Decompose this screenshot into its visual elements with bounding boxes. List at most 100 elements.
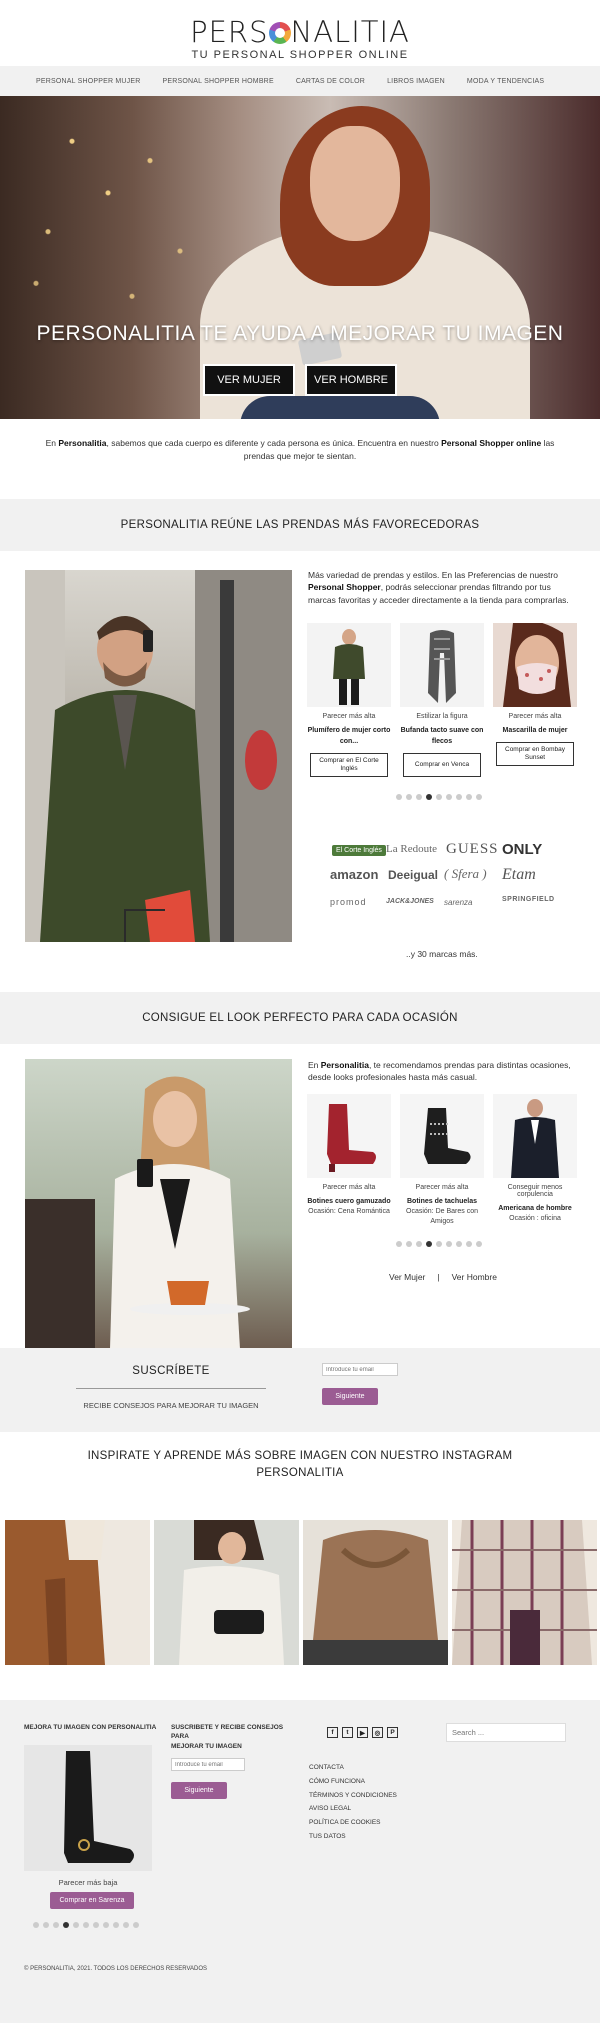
- carousel-dot[interactable]: [456, 1241, 462, 1247]
- ver-hombre-button[interactable]: VER HOMBRE: [305, 364, 397, 396]
- carousel-dot[interactable]: [466, 1241, 472, 1247]
- carousel-dot[interactable]: [103, 1922, 109, 1928]
- intro-personal-shopper: Personal Shopper online: [441, 438, 542, 448]
- brand-sarenza-logo: sarenza: [444, 898, 473, 907]
- footer-col1-title: MEJORA TU IMAGEN CON PERSONALITIA: [24, 1724, 157, 1731]
- carousel-dot[interactable]: [446, 1241, 452, 1247]
- carousel-dot[interactable]: [416, 794, 422, 800]
- carousel-dot-active[interactable]: [63, 1922, 69, 1928]
- ver-hombre-link[interactable]: Ver Hombre: [452, 1272, 497, 1282]
- footer-link-terminos[interactable]: TÉRMINOS Y CONDICIONES: [309, 1789, 397, 1803]
- footer-next-button[interactable]: Siguiente: [171, 1782, 227, 1799]
- carousel-dot[interactable]: [93, 1922, 99, 1928]
- carousel-dot[interactable]: [456, 794, 462, 800]
- nav-item-personal-shopper-hombre[interactable]: PERSONAL SHOPPER HOMBRE: [163, 78, 274, 85]
- copyright-text: © PERSONALITIA, 2021. TODOS LOS DERECHOS…: [24, 1966, 208, 1972]
- subscribe-email-input[interactable]: [322, 1363, 398, 1376]
- carousel-dot[interactable]: [33, 1922, 39, 1928]
- brand-etam-logo: Etam: [502, 866, 536, 883]
- product-image-mascarilla[interactable]: [493, 623, 577, 707]
- carousel-dot[interactable]: [406, 1241, 412, 1247]
- carousel-dot[interactable]: [396, 1241, 402, 1247]
- site-footer: MEJORA TU IMAGEN CON PERSONALITIA Parece…: [0, 1700, 600, 1962]
- desc-part: En: [308, 1060, 321, 1070]
- product-name[interactable]: Plumífero de mujer corto con...: [307, 725, 391, 747]
- product-image-bufanda[interactable]: [400, 623, 484, 707]
- product-occasion: Ocasión: De Bares con Amigos: [406, 1208, 478, 1226]
- hero-buttons: VER MUJER VER HOMBRE: [0, 364, 600, 396]
- footer-link-como-funciona[interactable]: CÓMO FUNCIONA: [309, 1775, 397, 1789]
- footer-product-image-boot[interactable]: [24, 1745, 152, 1871]
- product-name[interactable]: Botines de tachuelas: [400, 1196, 484, 1207]
- buy-sarenza-button[interactable]: Comprar en Sarenza: [50, 1892, 134, 1909]
- product-name[interactable]: Americana de hombre: [493, 1203, 577, 1214]
- ver-mujer-button[interactable]: VER MUJER: [203, 364, 295, 396]
- carousel-dot[interactable]: [476, 1241, 482, 1247]
- product-image-americana[interactable]: [493, 1094, 577, 1178]
- nav-item-personal-shopper-mujer[interactable]: PERSONAL SHOPPER MUJER: [36, 78, 141, 85]
- carousel-dot[interactable]: [73, 1922, 79, 1928]
- instagram-post[interactable]: [5, 1520, 150, 1665]
- instagram-heading: INSPIRATE Y APRENDE MÁS SOBRE IMAGEN CON…: [0, 1448, 600, 1481]
- instagram-icon[interactable]: ◎: [372, 1727, 383, 1738]
- subscribe-next-button[interactable]: Siguiente: [322, 1388, 378, 1405]
- buy-bombay-sunset-button[interactable]: Comprar en Bombay Sunset: [496, 742, 574, 767]
- product-label: Parecer más alta: [322, 713, 376, 720]
- carousel-dot[interactable]: [43, 1922, 49, 1928]
- carousel-dot[interactable]: [133, 1922, 139, 1928]
- carousel-dot-active[interactable]: [426, 1241, 432, 1247]
- carousel-dot[interactable]: [476, 794, 482, 800]
- product-name[interactable]: Botines cuero gamuzado: [307, 1196, 391, 1207]
- footer-product-label: Parecer más baja: [58, 1878, 118, 1887]
- twitter-icon[interactable]: t: [342, 1727, 353, 1738]
- youtube-icon[interactable]: ▶: [357, 1727, 368, 1738]
- carousel-dot[interactable]: [416, 1241, 422, 1247]
- product-name[interactable]: Bufanda tacto suave con flecos: [400, 725, 484, 747]
- product-image-botines-tachuelas[interactable]: [400, 1094, 484, 1178]
- product-image-botines-gamuzado[interactable]: [307, 1094, 391, 1178]
- footer-link-contacta[interactable]: CONTACTA: [309, 1761, 397, 1775]
- brand-sfera-logo: ( Sfera ): [444, 866, 487, 881]
- carousel-dot[interactable]: [436, 1241, 442, 1247]
- product-image-plumifero[interactable]: [307, 623, 391, 707]
- instagram-post[interactable]: [452, 1520, 597, 1665]
- carousel-dot[interactable]: [396, 794, 402, 800]
- pinterest-icon[interactable]: P: [387, 1727, 398, 1738]
- product-carousel-2: Parecer más alta Botines cuero gamuzado …: [307, 1094, 577, 1227]
- footer-link-tus-datos[interactable]: TUS DATOS: [309, 1830, 397, 1844]
- footer-email-input[interactable]: [171, 1758, 245, 1771]
- product-card: Parecer más alta Botines cuero gamuzado …: [307, 1094, 391, 1227]
- carousel-dot[interactable]: [53, 1922, 59, 1928]
- instagram-feed: [5, 1520, 597, 1665]
- instagram-heading-line1: INSPIRATE Y APRENDE MÁS SOBRE IMAGEN CON…: [87, 1450, 513, 1462]
- nav-item-libros-imagen[interactable]: LIBROS IMAGEN: [387, 78, 445, 85]
- carousel-dot[interactable]: [113, 1922, 119, 1928]
- carousel-dot[interactable]: [446, 794, 452, 800]
- facebook-icon[interactable]: f: [327, 1727, 338, 1738]
- carousel-dot[interactable]: [83, 1922, 89, 1928]
- buy-venca-button[interactable]: Comprar en Venca: [403, 753, 481, 778]
- product-occasion: Ocasión : oficina: [509, 1215, 561, 1223]
- brand-only-logo: ONLY: [502, 841, 543, 858]
- footer-search-input[interactable]: [446, 1723, 566, 1742]
- carousel-dot[interactable]: [406, 794, 412, 800]
- carousel-dot[interactable]: [466, 794, 472, 800]
- instagram-post[interactable]: [303, 1520, 448, 1665]
- carousel-dot-active[interactable]: [426, 794, 432, 800]
- nav-item-moda-y-tendencias[interactable]: MODA Y TENDENCIAS: [467, 78, 544, 85]
- subscribe-title: SUSCRÍBETE: [132, 1365, 210, 1377]
- ver-mujer-link[interactable]: Ver Mujer: [389, 1272, 425, 1282]
- footer-link-cookies[interactable]: POLÍTICA DE COOKIES: [309, 1816, 397, 1830]
- nav-item-cartas-de-color[interactable]: CARTAS DE COLOR: [296, 78, 365, 85]
- carousel-dot[interactable]: [436, 794, 442, 800]
- product-name[interactable]: Mascarilla de mujer: [493, 725, 577, 736]
- site-logo[interactable]: PERS NALITIA TU PERSONAL SHOPPER ONLINE: [0, 18, 600, 62]
- woman-photo-illustration: [25, 1076, 250, 1349]
- buy-el-corte-ingles-button[interactable]: Comprar en El Corte Inglés: [310, 753, 388, 778]
- carousel-dot[interactable]: [123, 1922, 129, 1928]
- footer-col2-title-line1: SUSCRIBETE Y RECIBE CONSEJOS PARA: [171, 1724, 284, 1741]
- instagram-post[interactable]: [154, 1520, 299, 1665]
- product-label: Parecer más alta: [322, 1184, 376, 1191]
- desc-bold: Personal Shopper: [308, 582, 381, 593]
- footer-link-aviso-legal[interactable]: AVISO LEGAL: [309, 1802, 397, 1816]
